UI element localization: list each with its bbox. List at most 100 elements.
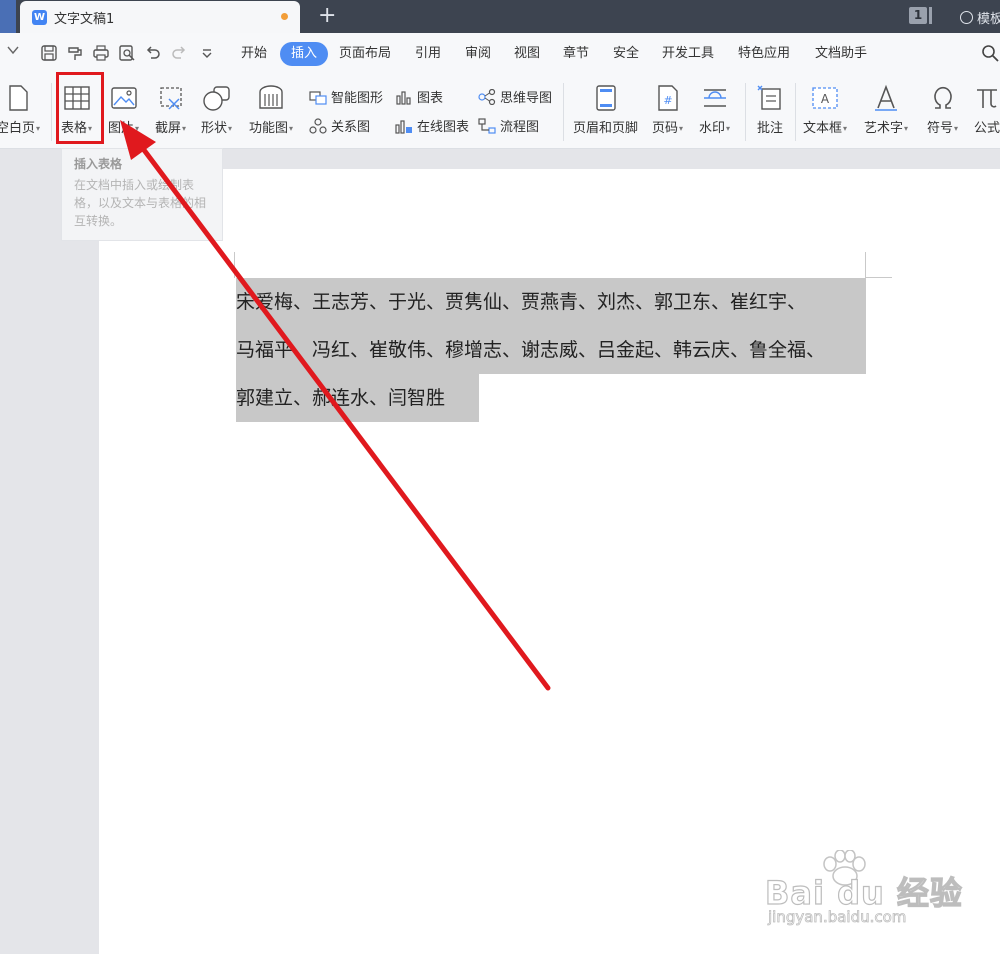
print-preview-icon[interactable]: [118, 44, 136, 62]
document-tab[interactable]: W 文字文稿1: [20, 1, 300, 33]
text-box-label: 文本框: [803, 121, 843, 136]
formula-button[interactable]: 公式: [972, 83, 1000, 136]
print-icon[interactable]: [92, 44, 110, 62]
menu-home[interactable]: 开始: [235, 42, 273, 66]
page-number-label: 页码: [652, 121, 679, 136]
watermark-button[interactable]: 水印▾: [699, 83, 730, 136]
redo-icon[interactable]: [170, 44, 188, 62]
comment-label: 批注: [756, 121, 783, 136]
picture-icon: [109, 83, 139, 113]
dropdown-arrow-icon: ▾: [679, 124, 684, 133]
save-icon[interactable]: [40, 44, 58, 62]
flowchart-label: 流程图: [500, 120, 540, 135]
watermark-label: 水印: [699, 121, 726, 136]
flowchart-button[interactable]: 流程图: [478, 116, 539, 135]
dropdown-arrow-icon: ▾: [289, 124, 294, 133]
menu-security[interactable]: 安全: [607, 42, 645, 66]
app-menu-edge[interactable]: [0, 0, 16, 33]
function-chart-button[interactable]: 功能图▾: [249, 83, 293, 136]
text-box-button[interactable]: A 文本框▾: [803, 83, 847, 136]
menu-developer-tools[interactable]: 开发工具: [656, 42, 720, 66]
flowchart-icon: [478, 117, 496, 134]
symbol-button[interactable]: 符号▾: [927, 83, 958, 136]
shape-label: 形状: [201, 121, 228, 136]
dropdown-arrow-icon: ▾: [135, 124, 140, 133]
unsaved-indicator: [281, 13, 288, 20]
menu-view[interactable]: 视图: [508, 42, 546, 66]
dropdown-arrow-icon: ▾: [36, 124, 41, 133]
new-tab-button[interactable]: +: [318, 4, 336, 28]
blank-page-icon: [3, 83, 33, 113]
shape-icon: [202, 83, 232, 113]
document-text-line[interactable]: 宋爱梅、王志芳、于光、贾隽仙、贾燕青、刘杰、郭卫东、崔红宇、: [236, 278, 866, 326]
smart-shape-label: 智能图形: [331, 91, 384, 106]
crop-mark: [234, 252, 235, 278]
ribbon-separator: [795, 83, 796, 141]
chevron-down-icon[interactable]: [6, 43, 20, 57]
tooltip-title: 插入表格: [74, 157, 123, 171]
menu-chapter[interactable]: 章节: [557, 42, 595, 66]
pi-formula-icon: [972, 83, 1000, 113]
relation-chart-button[interactable]: 关系图: [309, 116, 370, 135]
menu-page-layout[interactable]: 页面布局: [333, 42, 397, 66]
smart-shape-button[interactable]: 智能图形: [309, 87, 383, 106]
menu-insert[interactable]: 插入: [280, 42, 329, 66]
picture-button[interactable]: 图片▾: [108, 83, 139, 136]
document-tab-title: 文字文稿1: [54, 11, 115, 27]
format-painter-icon[interactable]: [66, 44, 84, 62]
function-chart-label: 功能图: [249, 121, 289, 136]
baidu-jingyan-watermark: Bai du 经验 jingyan.baidu.com: [764, 850, 963, 930]
function-chart-icon: [256, 83, 286, 113]
crop-mark: [865, 252, 866, 278]
online-chart-icon: [395, 119, 412, 134]
search-icon[interactable]: [981, 44, 999, 62]
menu-review[interactable]: 审阅: [459, 42, 497, 66]
comment-button[interactable]: 批注: [755, 83, 785, 136]
svg-text:#: #: [663, 94, 672, 107]
ribbon-separator: [745, 83, 746, 141]
mind-map-button[interactable]: 思维导图: [478, 87, 552, 106]
symbol-label: 符号: [927, 121, 954, 136]
window-count-badge[interactable]: 1: [909, 7, 927, 24]
chart-button[interactable]: 图表: [395, 87, 443, 106]
undo-icon[interactable]: [144, 44, 162, 62]
customize-quick-access-icon[interactable]: [198, 44, 216, 62]
dropdown-arrow-icon: ▾: [726, 124, 731, 133]
header-footer-button[interactable]: 页眉和页脚: [573, 83, 638, 136]
online-chart-button[interactable]: 在线图表: [395, 116, 469, 135]
text-box-icon: A: [810, 83, 840, 113]
online-chart-label: 在线图表: [417, 120, 470, 135]
art-text-label: 艺术字: [864, 121, 904, 136]
page-number-button[interactable]: # 页码▾: [652, 83, 683, 136]
template-button[interactable]: 模板: [960, 8, 1000, 27]
formula-label: 公式: [973, 121, 1000, 136]
screenshot-button[interactable]: 截屏▾: [155, 83, 186, 136]
menu-featured-apps[interactable]: 特色应用: [732, 42, 796, 66]
insert-table-tooltip: 插入表格 在文档中插入或绘制表格，以及文本与表格的相互转换。: [61, 148, 223, 241]
shape-button[interactable]: 形状▾: [201, 83, 232, 136]
insert-ribbon: 空白页▾ 表格▾ 图片▾ 截屏▾ 形状▾ 功能图▾ 智能图形 图表 思维导图 关…: [0, 75, 1000, 149]
screenshot-icon: [156, 83, 186, 113]
blank-page-button[interactable]: 空白页▾: [0, 83, 40, 136]
relation-chart-icon: [309, 117, 327, 134]
header-footer-icon: [591, 83, 621, 113]
document-text-line[interactable]: 郭建立、郝连水、闫智胜: [236, 374, 479, 422]
template-icon: [960, 11, 973, 24]
ribbon-separator: [51, 83, 52, 141]
document-text-line[interactable]: 马福平、冯红、崔敬伟、穆增志、谢志威、吕金起、韩云庆、鲁全福、: [236, 326, 866, 374]
art-text-icon: [871, 83, 901, 113]
chart-label: 图表: [417, 91, 444, 106]
relation-chart-label: 关系图: [331, 120, 371, 135]
art-text-button[interactable]: 艺术字▾: [864, 83, 908, 136]
comment-icon: [755, 83, 785, 113]
menu-references[interactable]: 引用: [409, 42, 447, 66]
header-footer-label: 页眉和页脚: [573, 121, 639, 136]
menu-document-assistant[interactable]: 文档助手: [809, 42, 873, 66]
title-bar: W 文字文稿1 + 1 模板: [0, 0, 1000, 33]
bar-chart-icon: [396, 90, 411, 105]
watermark-url: jingyan.baidu.com: [768, 908, 907, 927]
window-stack-icon: [929, 7, 932, 24]
dropdown-arrow-icon: ▾: [904, 124, 909, 133]
picture-label: 图片: [108, 121, 135, 136]
mind-map-label: 思维导图: [500, 91, 553, 106]
